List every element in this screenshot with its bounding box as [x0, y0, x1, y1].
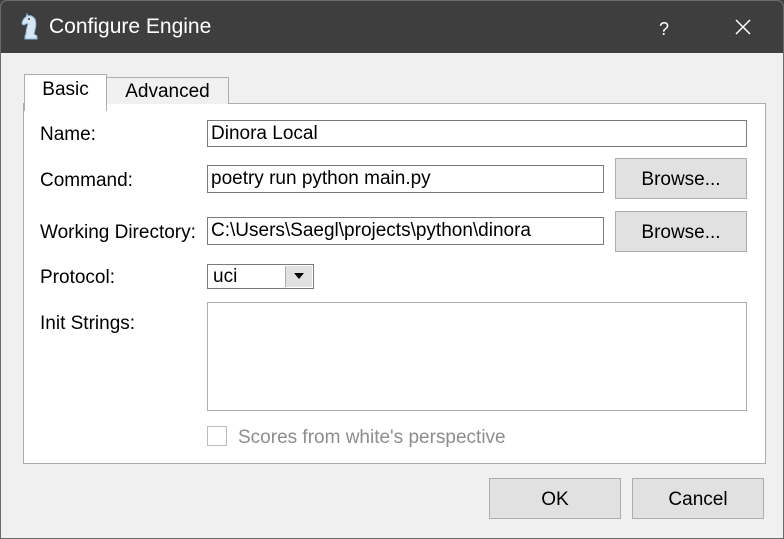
- command-label: Command:: [40, 170, 133, 191]
- workdir-browse-button[interactable]: Browse...: [615, 211, 747, 252]
- configure-engine-dialog: Configure Engine ? Basic Advanced Name: …: [0, 0, 784, 539]
- name-field[interactable]: Dinora Local: [207, 120, 747, 147]
- chess-knight-icon: [21, 13, 38, 40]
- chevron-down-icon: [294, 273, 304, 279]
- protocol-value: uci: [213, 266, 238, 287]
- name-label: Name:: [40, 124, 96, 145]
- scores-perspective-checkbox[interactable]: [207, 426, 227, 446]
- protocol-label: Protocol:: [40, 267, 115, 288]
- dropdown-button[interactable]: [285, 266, 312, 287]
- window-title: Configure Engine: [49, 15, 212, 38]
- cancel-button[interactable]: Cancel: [632, 478, 764, 519]
- working-directory-label: Working Directory:: [40, 222, 196, 243]
- command-field[interactable]: poetry run python main.py: [207, 165, 604, 193]
- title-bar[interactable]: Configure Engine ?: [1, 1, 783, 53]
- close-button[interactable]: [720, 1, 766, 53]
- working-directory-field[interactable]: C:\Users\Saegl\projects\python\dinora: [207, 217, 604, 245]
- protocol-select[interactable]: uci: [207, 264, 314, 289]
- scores-perspective-label: Scores from white's perspective: [238, 427, 506, 448]
- help-button[interactable]: ?: [641, 1, 687, 53]
- init-strings-textarea[interactable]: [207, 302, 747, 411]
- tab-basic[interactable]: Basic: [24, 74, 107, 111]
- command-browse-button[interactable]: Browse...: [615, 158, 747, 199]
- init-strings-label: Init Strings:: [40, 313, 136, 334]
- close-icon: [735, 19, 751, 35]
- ok-button[interactable]: OK: [489, 478, 621, 519]
- tab-advanced[interactable]: Advanced: [107, 77, 229, 104]
